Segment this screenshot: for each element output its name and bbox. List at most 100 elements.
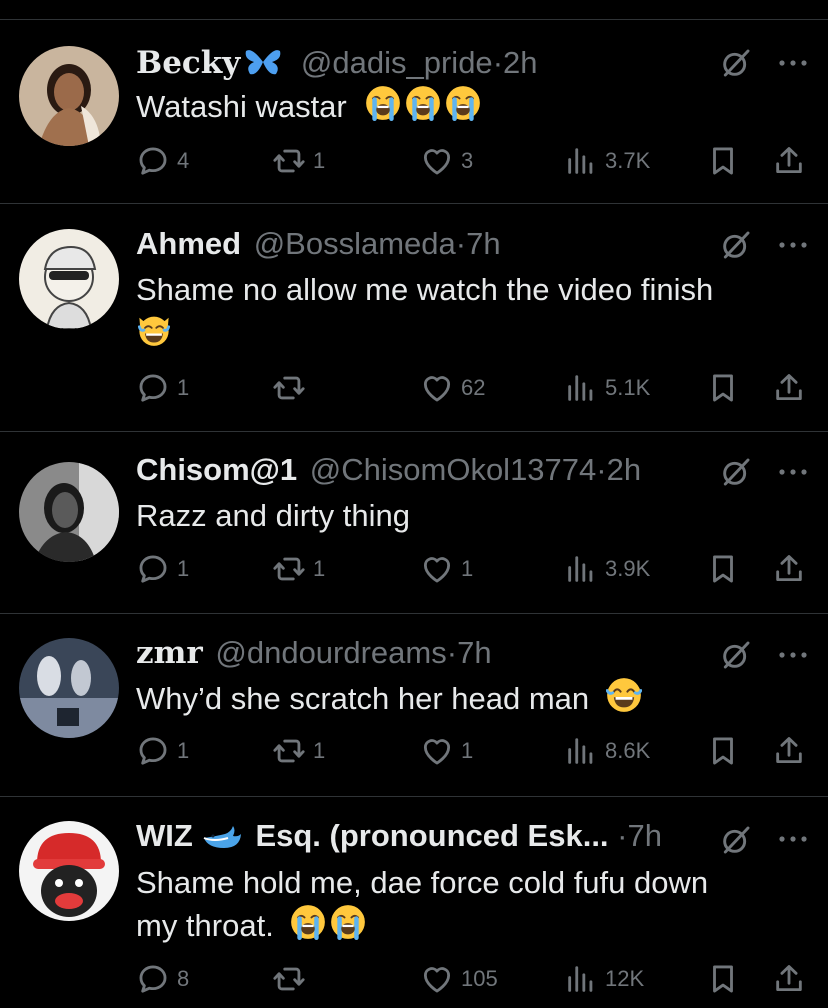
avatar[interactable] xyxy=(19,229,119,329)
display-name[interactable]: Ahmed xyxy=(136,226,241,261)
display-name[interactable]: WIZ xyxy=(136,818,193,853)
like-button[interactable]: 1 xyxy=(420,549,473,589)
cat-with-tears-of-joy-emoji xyxy=(136,311,172,347)
like-count: 105 xyxy=(461,966,498,991)
action-bar: 1 1 1 3.9K xyxy=(136,549,816,589)
views-count: 8.6K xyxy=(605,738,651,763)
handle[interactable]: @dadis_pride xyxy=(301,45,493,80)
display-name[interactable]: Becky xyxy=(136,45,240,81)
views-count: 3.9K xyxy=(605,556,651,581)
reply-button[interactable]: 1 xyxy=(136,731,189,771)
views-count: 12K xyxy=(605,966,645,991)
like-button[interactable]: 62 xyxy=(420,368,485,408)
like-button[interactable]: 3 xyxy=(420,141,473,181)
reply-count: 4 xyxy=(177,148,190,173)
timestamp[interactable]: 2h xyxy=(607,452,641,487)
reply-button[interactable]: 4 xyxy=(136,141,189,181)
repost-button[interactable]: 1 xyxy=(272,141,325,181)
timestamp[interactable]: 7h xyxy=(466,226,500,261)
share-button[interactable] xyxy=(772,731,806,771)
tweet-header: WIZ Esq. (pronounced Esk... ·7h xyxy=(136,817,662,855)
tweet[interactable]: Chisom@1 @ChisomOkol13774·2h Razz and di… xyxy=(0,431,828,614)
reply-count: 1 xyxy=(177,556,190,581)
action-bar: 8 105 12K xyxy=(136,959,816,999)
bookmark-button[interactable] xyxy=(706,368,740,408)
tweet-text-content: Why’d she scratch her head man xyxy=(136,681,590,716)
face-with-tears-of-joy-emoji xyxy=(606,677,642,713)
timestamp[interactable]: 7h xyxy=(628,818,662,853)
tweet-text-content: Watashi wastar xyxy=(136,89,347,124)
tweet-text: Shame hold me, dae force cold fufu down … xyxy=(136,861,776,947)
loudly-crying-face-emoji xyxy=(405,85,441,121)
like-count: 1 xyxy=(461,738,474,763)
handle[interactable]: @ChisomOkol13774 xyxy=(310,452,597,487)
more-options-icon[interactable] xyxy=(776,53,810,73)
more-options-icon[interactable] xyxy=(776,462,810,482)
grok-icon[interactable] xyxy=(720,47,752,79)
display-name[interactable]: Chisom@1 xyxy=(136,452,297,487)
separator: · xyxy=(446,635,458,670)
views-button[interactable]: 12K xyxy=(564,959,644,999)
bookmark-button[interactable] xyxy=(706,141,740,181)
views-button[interactable]: 8.6K xyxy=(564,731,650,771)
more-options-icon[interactable] xyxy=(776,645,810,665)
handle[interactable]: @Bosslameda xyxy=(254,226,456,261)
tweet-text: Shame no allow me watch the video finish xyxy=(136,268,776,354)
views-button[interactable]: 3.7K xyxy=(564,141,650,181)
like-count: 62 xyxy=(461,375,486,400)
bookmark-button[interactable] xyxy=(706,959,740,999)
tweet-text: Why’d she scratch her head man xyxy=(136,677,776,720)
tweet[interactable]: zmr @dndourdreams·7h Why’d she scratch h… xyxy=(0,613,828,797)
repost-button[interactable]: 1 xyxy=(272,731,325,771)
share-button[interactable] xyxy=(772,549,806,589)
tweet-header: Becky @dadis_pride·2h xyxy=(136,44,538,82)
repost-count: 1 xyxy=(313,556,326,581)
bookmark-button[interactable] xyxy=(706,549,740,589)
repost-button[interactable] xyxy=(272,368,313,408)
avatar[interactable] xyxy=(19,462,119,562)
timestamp[interactable]: 2h xyxy=(503,45,537,80)
views-button[interactable]: 5.1K xyxy=(564,368,650,408)
butterfly-icon xyxy=(245,50,281,75)
grok-icon[interactable] xyxy=(720,824,752,856)
bookmark-button[interactable] xyxy=(706,731,740,771)
tweet[interactable]: Ahmed @Bosslameda·7h Shame no allow me w… xyxy=(0,203,828,432)
tweet-header: zmr @dndourdreams·7h xyxy=(136,634,492,672)
more-options-icon[interactable] xyxy=(776,235,810,255)
tweet-text-content: Razz and dirty thing xyxy=(136,498,410,533)
timestamp[interactable]: 7h xyxy=(457,635,491,670)
avatar[interactable] xyxy=(19,821,119,921)
grok-icon[interactable] xyxy=(720,639,752,671)
reply-button[interactable]: 8 xyxy=(136,959,189,999)
display-name[interactable]: zmr xyxy=(136,635,203,671)
reply-button[interactable]: 1 xyxy=(136,549,189,589)
tweet[interactable]: Becky @dadis_pride·2h Watashi wastar 4 1… xyxy=(0,19,828,204)
avatar[interactable] xyxy=(19,638,119,738)
separator: · xyxy=(455,226,467,261)
views-count: 3.7K xyxy=(605,148,651,173)
tweet[interactable]: WIZ Esq. (pronounced Esk... ·7h Shame ho… xyxy=(0,796,828,1008)
avatar[interactable] xyxy=(19,46,119,146)
separator: · xyxy=(617,818,628,853)
handle[interactable]: @dndourdreams xyxy=(215,635,446,670)
loudly-crying-face-emoji xyxy=(445,85,481,121)
like-button[interactable]: 105 xyxy=(420,959,498,999)
repost-button[interactable] xyxy=(272,959,313,999)
tweet-header: Chisom@1 @ChisomOkol13774·2h xyxy=(136,451,641,489)
more-options-icon[interactable] xyxy=(776,829,810,849)
grok-icon[interactable] xyxy=(720,456,752,488)
share-button[interactable] xyxy=(772,959,806,999)
action-bar: 1 1 1 8.6K xyxy=(136,731,816,771)
reply-button[interactable]: 1 xyxy=(136,368,189,408)
whale-icon xyxy=(203,826,241,848)
grok-icon[interactable] xyxy=(720,229,752,261)
share-button[interactable] xyxy=(772,141,806,181)
reply-count: 1 xyxy=(177,375,190,400)
display-name-rest[interactable]: Esq. (pronounced Esk... xyxy=(255,818,608,853)
views-button[interactable]: 3.9K xyxy=(564,549,650,589)
loudly-crying-face-emoji xyxy=(290,904,326,940)
like-button[interactable]: 1 xyxy=(420,731,473,771)
repost-button[interactable]: 1 xyxy=(272,549,325,589)
separator: · xyxy=(596,452,607,487)
share-button[interactable] xyxy=(772,368,806,408)
